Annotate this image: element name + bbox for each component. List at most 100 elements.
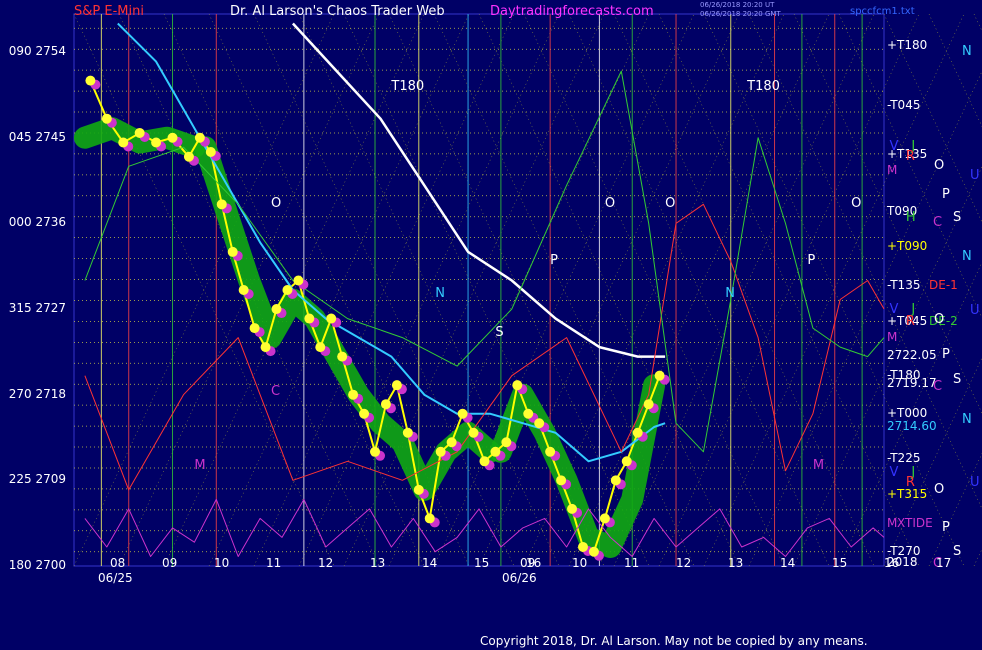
x-tick-label: 11	[624, 556, 640, 570]
planet-letter: O	[934, 481, 945, 497]
chart-marker-letter: O	[665, 196, 676, 212]
chart-marker-letter: C	[271, 383, 281, 399]
price-point	[238, 285, 249, 295]
price-point	[545, 446, 556, 457]
price-point	[118, 137, 129, 148]
planet-letter: O	[934, 311, 945, 327]
y-tick-label: 000 2736	[8, 215, 66, 230]
header-title: Dr. Al Larson's Chaos Trader Web	[230, 4, 445, 19]
x-tick-label: 10	[572, 556, 588, 570]
x-tick-label: 15	[832, 556, 848, 570]
price-point	[249, 323, 260, 334]
planet-letter: P	[942, 519, 950, 535]
price-point	[391, 380, 402, 391]
price-point	[402, 427, 413, 438]
chart-marker-letter: O	[851, 196, 862, 212]
y-tick-label: 045 2745	[8, 129, 66, 144]
x-tick-label: 12	[676, 556, 692, 570]
price-point	[501, 437, 512, 448]
price-point	[599, 513, 610, 524]
planet-letter: U	[970, 167, 980, 183]
chart-marker-letter: S	[495, 324, 504, 340]
chart-marker-letter: R	[905, 475, 915, 491]
planet-letter: S	[953, 209, 962, 225]
price-point	[588, 546, 599, 557]
price-point	[654, 370, 665, 381]
date-line-2: 06/26/2018 20:20 GMT	[700, 10, 781, 18]
x-tick-label: 09	[162, 556, 178, 570]
date-label-0625: 06/25	[98, 571, 133, 585]
price-point	[282, 285, 293, 295]
chart-plot	[73, 13, 982, 567]
chart-marker-letter: V	[889, 301, 899, 317]
file-name: spccfcm1.txt	[850, 6, 915, 17]
price-point	[205, 147, 216, 157]
chart-canvas: { "header": { "left_title": "S&P E-Mini"…	[0, 0, 982, 650]
price-point	[643, 399, 654, 410]
y-tick-label: 225 2709	[8, 472, 66, 487]
price-point	[348, 389, 359, 400]
price-point	[167, 132, 178, 143]
price-point	[370, 446, 381, 457]
planet-letter: P	[942, 346, 950, 362]
right-level-label: 2722.05	[887, 348, 937, 363]
planet-letter: N	[962, 248, 972, 264]
price-point	[227, 246, 238, 257]
planet-letter: P	[942, 186, 950, 202]
chart-marker-letter: T180	[747, 79, 780, 95]
price-point	[512, 380, 523, 391]
x-tick-label: 11	[266, 556, 282, 570]
right-level-label: -T045	[887, 98, 921, 113]
price-point	[85, 75, 96, 86]
right-level-label: -T225	[887, 451, 921, 466]
price-point	[490, 446, 501, 457]
date-line-1: 06/26/2018 20:20 UT	[700, 1, 775, 9]
price-point	[424, 513, 435, 524]
right-level-label: XTIDE	[897, 516, 933, 531]
x-tick-label: 14	[422, 556, 438, 570]
price-point	[479, 456, 490, 467]
right-level-label: M	[887, 329, 898, 344]
chart-marker-letter: N	[725, 285, 736, 301]
right-level-label: M	[887, 163, 898, 178]
price-point	[315, 342, 326, 353]
x-tick-label: 10	[214, 556, 230, 570]
planet-letter: S	[953, 372, 962, 388]
price-point	[101, 113, 112, 124]
chart-marker-letter: H	[905, 209, 916, 225]
planet-letter: O	[934, 158, 945, 174]
price-point	[468, 427, 479, 438]
chart-marker-letter: M	[194, 458, 206, 474]
price-point	[183, 151, 194, 162]
price-point	[567, 503, 578, 514]
chart-marker-letter: O	[604, 196, 616, 212]
planet-letter: C	[933, 215, 943, 231]
chart-marker-letter: M	[812, 458, 825, 474]
x-tick-label: 15	[474, 556, 490, 570]
price-point	[534, 418, 545, 429]
price-point	[577, 541, 588, 552]
x-tick-label: 13	[370, 556, 386, 570]
price-point	[304, 313, 315, 324]
price-point	[523, 408, 534, 419]
planet-letter: N	[962, 44, 972, 60]
site-link[interactable]: Daytradingforecasts.com	[490, 4, 654, 19]
price-point	[134, 127, 145, 138]
right-level-label: +T180	[887, 38, 928, 53]
x-tick-label: 12	[318, 556, 334, 570]
planet-letter: C	[933, 379, 943, 395]
right-level-label: +T090	[887, 239, 928, 254]
chart-marker-letter: R	[905, 148, 915, 164]
series-line-xtide	[84, 498, 885, 557]
chart-marker-letter: T180	[391, 79, 425, 95]
chart-marker-letter: V	[889, 464, 899, 480]
planet-letter: U	[970, 302, 980, 318]
price-point	[260, 342, 271, 353]
x-tick-label: 17	[936, 556, 952, 570]
chart-marker-letter: P	[807, 253, 816, 269]
price-point	[556, 475, 567, 486]
price-point	[632, 427, 643, 438]
copyright-footer: Copyright 2018, Dr. Al Larson. May not b…	[480, 634, 868, 648]
right-level-label: +T000	[887, 405, 928, 420]
chart-marker-letter: R	[905, 314, 915, 330]
